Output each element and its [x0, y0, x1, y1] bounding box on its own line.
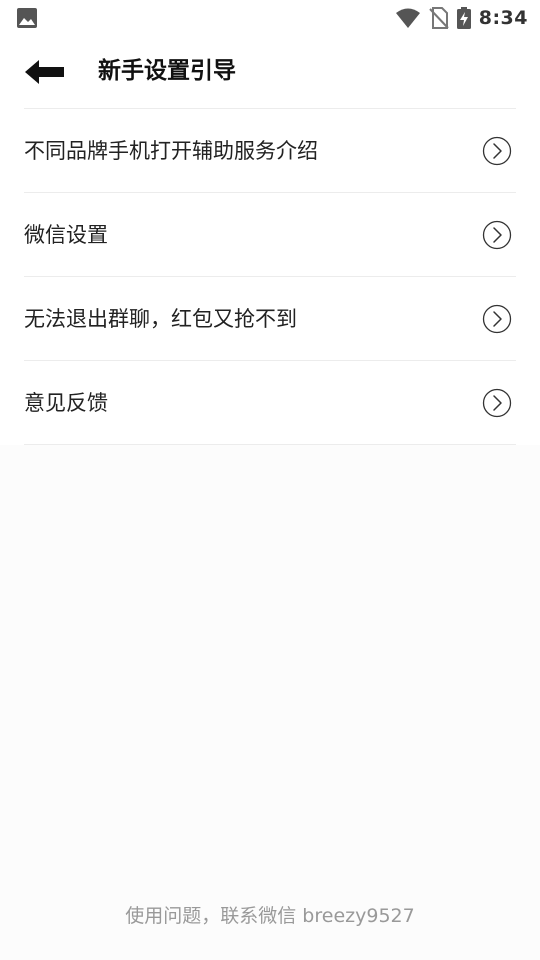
chevron-right-circle-icon [482, 136, 512, 166]
menu-item-group-chat-issue[interactable]: 无法退出群聊，红包又抢不到 [24, 276, 516, 360]
status-time: 8:34 [478, 7, 528, 29]
menu-item-accessibility-guide[interactable]: 不同品牌手机打开辅助服务介绍 [24, 108, 516, 192]
footer-contact-note: 使用问题，联系微信 breezy9527 [125, 905, 415, 927]
wifi-icon [395, 8, 420, 28]
menu-item-label: 微信设置 [24, 223, 108, 247]
back-arrow-icon [25, 60, 64, 84]
chevron-right-circle-icon [482, 304, 512, 334]
back-button[interactable] [22, 54, 68, 90]
battery-charging-icon [456, 7, 471, 29]
page-title: 新手设置引导 [98, 58, 236, 84]
status-icons: 8:34 [395, 6, 528, 30]
menu-list: 不同品牌手机打开辅助服务介绍 微信设置 无法退出群聊，红包又抢不到 意见反馈 [0, 108, 540, 445]
menu-item-feedback[interactable]: 意见反馈 [24, 360, 516, 445]
image-icon [17, 8, 37, 28]
menu-item-wechat-settings[interactable]: 微信设置 [24, 192, 516, 276]
menu-item-label: 无法退出群聊，红包又抢不到 [24, 307, 297, 331]
no-sim-icon [429, 7, 449, 29]
chevron-right-circle-icon [482, 388, 512, 418]
status-bar: 8:34 [0, 0, 540, 36]
chevron-right-circle-icon [482, 220, 512, 250]
menu-item-label: 不同品牌手机打开辅助服务介绍 [24, 139, 318, 163]
menu-item-label: 意见反馈 [24, 391, 108, 415]
app-header: 新手设置引导 [0, 36, 540, 108]
